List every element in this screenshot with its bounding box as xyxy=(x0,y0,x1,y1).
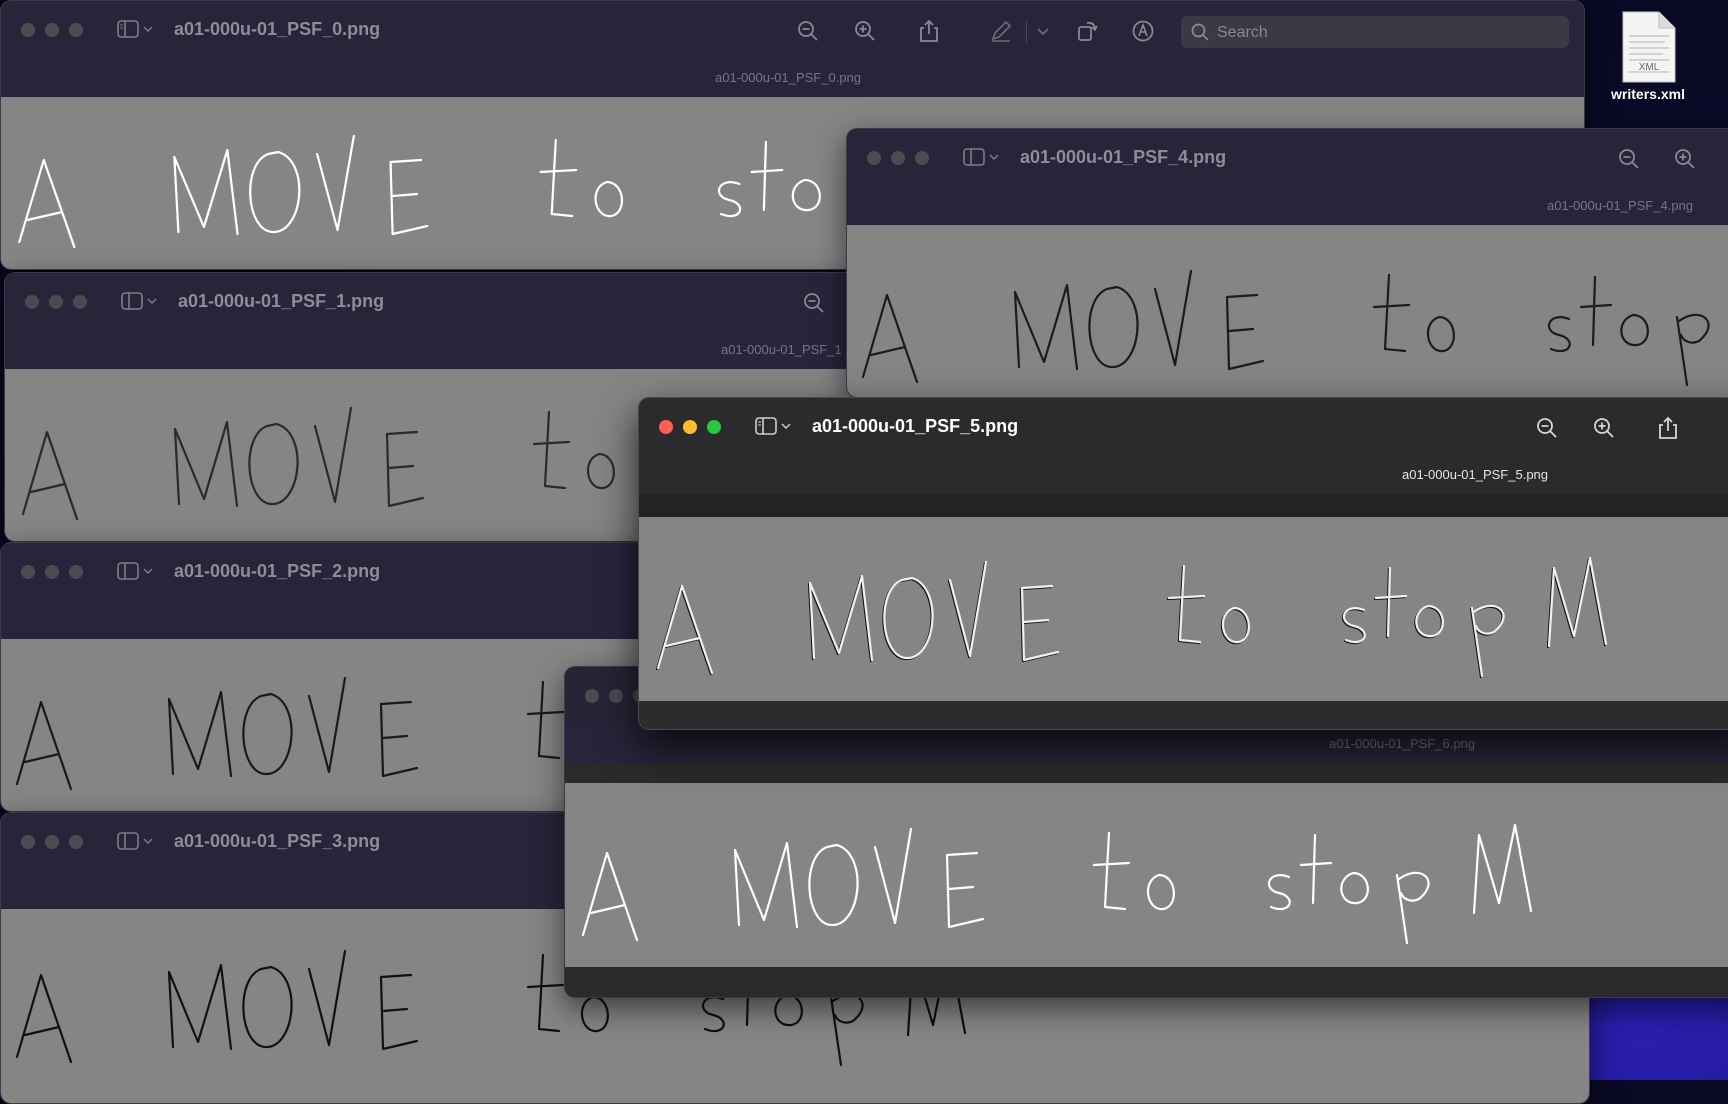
filename-label: a01-000u-01_PSF_4.png xyxy=(1547,198,1694,213)
chevron-down-icon xyxy=(143,838,153,845)
sidebar-toggle-icon xyxy=(755,417,777,435)
sidebar-toggle[interactable] xyxy=(117,562,153,580)
close-button[interactable] xyxy=(585,689,599,703)
image-bottom-margin xyxy=(565,967,1728,997)
share-icon[interactable] xyxy=(917,19,941,43)
image-top-margin xyxy=(639,494,1728,517)
window-title: a01-000u-01_PSF_0.png xyxy=(174,19,381,39)
window-controls xyxy=(21,565,83,579)
file-label: writers.xml xyxy=(1611,86,1685,102)
zoom-in-icon[interactable] xyxy=(1673,147,1697,171)
zoom-button[interactable] xyxy=(73,295,87,309)
annotate-icon[interactable] xyxy=(1131,19,1155,43)
chevron-down-icon xyxy=(143,26,153,33)
minimize-button[interactable] xyxy=(683,420,697,434)
zoom-out-icon[interactable] xyxy=(1617,147,1641,171)
handwriting-image xyxy=(581,823,1533,945)
minimize-button[interactable] xyxy=(45,835,59,849)
filename-label: a01-000u-01_PSF_6.png xyxy=(1329,736,1476,751)
titlebar[interactable]: a01-000u-01_PSF_0.png Search xyxy=(1,1,1584,60)
sidebar-toggle[interactable] xyxy=(963,148,999,166)
zoom-out-icon[interactable] xyxy=(802,291,826,315)
zoom-button[interactable] xyxy=(69,23,83,37)
minimize-button[interactable] xyxy=(891,151,905,165)
window-controls xyxy=(21,835,83,849)
chevron-down-icon xyxy=(781,423,791,430)
markup-pen-icon[interactable] xyxy=(989,19,1013,43)
sidebar-toggle-icon xyxy=(117,562,139,580)
filename-label: a01-000u-01_PSF_1 xyxy=(721,342,842,357)
window-controls xyxy=(659,420,721,434)
preview-window-psf-5[interactable]: a01-000u-01_PSF_5.png a01-000u-01_PSF_5.… xyxy=(638,397,1728,730)
titlebar[interactable]: a01-000u-01_PSF_4.png xyxy=(847,129,1728,188)
handwriting-image xyxy=(655,556,1608,679)
close-button[interactable] xyxy=(21,23,35,37)
window-controls xyxy=(25,295,87,309)
minimize-button[interactable] xyxy=(609,689,623,703)
zoom-out-icon[interactable] xyxy=(1535,416,1559,440)
close-button[interactable] xyxy=(867,151,881,165)
rotate-icon[interactable] xyxy=(1075,19,1099,43)
filename-bar: a01-000u-01_PSF_6.png xyxy=(565,726,1728,763)
image-area[interactable] xyxy=(847,225,1728,397)
close-button[interactable] xyxy=(659,420,673,434)
writers-xml-file[interactable]: XML writers.xml xyxy=(1592,10,1704,102)
sidebar-toggle[interactable] xyxy=(117,832,153,850)
sidebar-toggle-icon xyxy=(121,292,143,310)
share-icon[interactable] xyxy=(1656,416,1680,440)
titlebar[interactable]: a01-000u-01_PSF_5.png xyxy=(639,398,1728,457)
search-icon xyxy=(1191,23,1209,41)
filename-bar: a01-000u-01_PSF_5.png xyxy=(639,457,1728,494)
image-area[interactable] xyxy=(639,517,1728,701)
filename-label: a01-000u-01_PSF_0.png xyxy=(715,70,862,85)
window-title: a01-000u-01_PSF_1.png xyxy=(178,291,385,311)
zoom-out-icon[interactable] xyxy=(796,19,820,43)
xml-badge: XML xyxy=(1639,62,1660,73)
window-title: a01-000u-01_PSF_5.png xyxy=(812,416,1019,436)
toolbar-separator xyxy=(1026,21,1027,43)
search-placeholder: Search xyxy=(1217,24,1268,41)
sidebar-toggle[interactable] xyxy=(121,292,157,310)
zoom-button[interactable] xyxy=(69,835,83,849)
handwriting-image xyxy=(861,265,1728,387)
window-controls xyxy=(21,23,83,37)
sidebar-toggle[interactable] xyxy=(117,20,153,38)
minimize-button[interactable] xyxy=(49,295,63,309)
filename-bar: a01-000u-01_PSF_4.png xyxy=(847,188,1728,225)
image-top-margin xyxy=(565,763,1728,783)
chevron-down-icon xyxy=(143,568,153,575)
zoom-button[interactable] xyxy=(707,420,721,434)
minimize-button[interactable] xyxy=(45,565,59,579)
sidebar-toggle[interactable] xyxy=(755,417,791,435)
preview-window-psf-4[interactable]: a01-000u-01_PSF_4.png a01-000u-01_PSF_4.… xyxy=(846,128,1728,398)
filename-label: a01-000u-01_PSF_5.png xyxy=(1402,467,1549,482)
minimize-button[interactable] xyxy=(45,23,59,37)
sidebar-toggle-icon xyxy=(963,148,985,166)
zoom-button[interactable] xyxy=(69,565,83,579)
chevron-down-icon xyxy=(989,154,999,161)
image-area[interactable] xyxy=(565,783,1728,967)
zoom-button[interactable] xyxy=(915,151,929,165)
chevron-down-icon[interactable] xyxy=(1035,19,1051,43)
close-button[interactable] xyxy=(21,835,35,849)
window-title: a01-000u-01_PSF_3.png xyxy=(174,831,381,851)
window-title: a01-000u-01_PSF_2.png xyxy=(174,561,381,581)
sidebar-toggle-icon xyxy=(117,832,139,850)
close-button[interactable] xyxy=(21,565,35,579)
zoom-in-icon[interactable] xyxy=(1592,416,1616,440)
window-controls xyxy=(867,151,929,165)
filename-bar: a01-000u-01_PSF_0.png xyxy=(1,60,1584,97)
sidebar-toggle-icon xyxy=(117,20,139,38)
zoom-in-icon[interactable] xyxy=(853,19,877,43)
chevron-down-icon xyxy=(147,298,157,305)
image-bottom-margin xyxy=(639,701,1728,729)
close-button[interactable] xyxy=(25,295,39,309)
xml-file-icon: XML xyxy=(1622,11,1676,83)
search-field[interactable]: Search xyxy=(1181,16,1569,48)
window-title: a01-000u-01_PSF_4.png xyxy=(1020,147,1227,167)
